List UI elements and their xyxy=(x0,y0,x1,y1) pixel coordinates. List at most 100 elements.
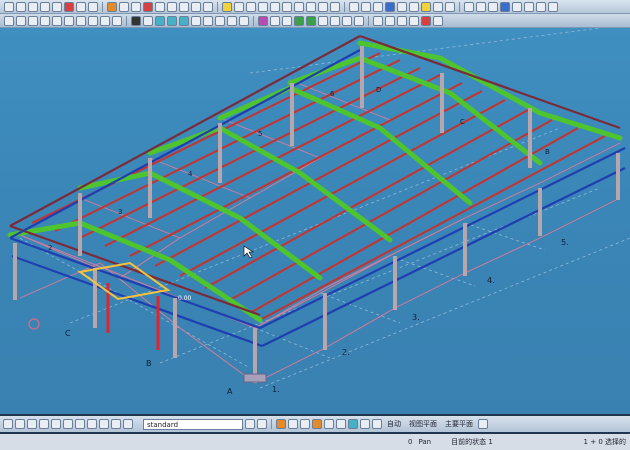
weld-icon[interactable] xyxy=(143,15,153,26)
snap-override-icon[interactable] xyxy=(123,419,133,429)
open-icon[interactable] xyxy=(16,1,26,12)
grid-line-icon[interactable] xyxy=(306,15,316,26)
phase-icon[interactable] xyxy=(87,419,97,429)
select-bolt-icon[interactable] xyxy=(258,1,268,12)
fold-plate-icon[interactable] xyxy=(112,15,122,26)
help-icon[interactable] xyxy=(548,1,558,12)
select-mode-icon[interactable] xyxy=(360,419,370,429)
select-grid-icon[interactable] xyxy=(294,1,304,12)
plane-icon[interactable] xyxy=(257,419,267,429)
select-mode-icon[interactable] xyxy=(372,419,382,429)
select-plane-icon[interactable] xyxy=(306,1,316,12)
numbering-icon[interactable] xyxy=(536,1,546,12)
select-mode-icon[interactable] xyxy=(348,419,358,429)
filter-icon[interactable] xyxy=(51,419,61,429)
cut-icon[interactable] xyxy=(52,1,62,12)
snap-line-icon[interactable] xyxy=(433,1,443,12)
zoom-icon[interactable] xyxy=(155,1,165,12)
fitting-icon[interactable] xyxy=(203,15,213,26)
select-cut-icon[interactable] xyxy=(318,1,328,12)
model-viewport[interactable]: A B C 1. 2. 3. 4. 5. 2 3 4 5 6 B C D 0.0… xyxy=(0,28,630,414)
select-mode-icon[interactable] xyxy=(312,419,322,429)
clip-plane-icon[interactable] xyxy=(421,15,431,26)
measure-icon[interactable] xyxy=(464,1,474,12)
work-area-icon[interactable] xyxy=(478,419,488,429)
point-icon[interactable] xyxy=(330,15,340,26)
text-icon[interactable] xyxy=(488,1,498,12)
select-part-icon[interactable] xyxy=(234,1,244,12)
render-icon[interactable] xyxy=(433,15,443,26)
snap-center-icon[interactable] xyxy=(373,1,383,12)
select-mode-icon[interactable] xyxy=(300,419,310,429)
delete-icon[interactable] xyxy=(64,1,74,12)
connection-icon[interactable] xyxy=(167,15,177,26)
construction-circle-icon[interactable] xyxy=(354,15,364,26)
combo-arrow-icon[interactable] xyxy=(245,419,255,429)
select-mode-icon[interactable] xyxy=(288,419,298,429)
line-cut-icon[interactable] xyxy=(215,15,225,26)
dim-icon[interactable] xyxy=(476,1,486,12)
pad-footing-icon[interactable] xyxy=(52,15,62,26)
standard-combo[interactable]: standard xyxy=(143,418,243,430)
snap-any-icon[interactable] xyxy=(421,1,431,12)
drag-icon[interactable] xyxy=(39,419,49,429)
snap-free-icon[interactable] xyxy=(445,1,455,12)
contour-plate-icon[interactable] xyxy=(100,15,110,26)
polygon-cut-icon[interactable] xyxy=(227,15,237,26)
snap-toggle-icon[interactable] xyxy=(3,419,13,429)
view-plane-dropdown[interactable]: 视图平面 xyxy=(409,419,437,429)
select-assembly-icon[interactable] xyxy=(246,1,256,12)
select-point-icon[interactable] xyxy=(282,1,292,12)
part-cut-icon[interactable] xyxy=(239,15,249,26)
view-icon[interactable] xyxy=(131,1,141,12)
grid-icon[interactable] xyxy=(203,1,213,12)
ortho-icon[interactable] xyxy=(15,419,25,429)
detail-icon[interactable] xyxy=(179,15,189,26)
clash-icon[interactable] xyxy=(500,1,510,12)
fit-icon[interactable] xyxy=(191,1,201,12)
print-icon[interactable] xyxy=(40,1,50,12)
select-all-icon[interactable] xyxy=(222,1,232,12)
3d-view-icon[interactable] xyxy=(409,15,419,26)
twin-profile-icon[interactable] xyxy=(40,15,50,26)
redo-icon[interactable] xyxy=(107,1,117,12)
main-plane-dropdown[interactable]: 主要平面 xyxy=(445,419,473,429)
rotate-icon[interactable] xyxy=(167,1,177,12)
chamfer-icon[interactable] xyxy=(191,15,201,26)
split-icon[interactable] xyxy=(270,15,280,26)
lock-icon[interactable] xyxy=(99,419,109,429)
grid-snap-icon[interactable] xyxy=(111,419,121,429)
copy-icon[interactable] xyxy=(76,1,86,12)
drawing-icon[interactable] xyxy=(524,1,534,12)
select-view-icon[interactable] xyxy=(330,1,340,12)
undo-icon[interactable] xyxy=(143,1,153,12)
polybeam-icon[interactable] xyxy=(28,15,38,26)
auto-dropdown[interactable]: 自动 xyxy=(387,419,401,429)
edge-chamfer-icon[interactable] xyxy=(258,15,268,26)
strip-footing-icon[interactable] xyxy=(64,15,74,26)
model-icon[interactable] xyxy=(119,1,129,12)
component-icon[interactable] xyxy=(155,15,165,26)
combine-icon[interactable] xyxy=(282,15,292,26)
area-icon[interactable] xyxy=(397,15,407,26)
grid-create-icon[interactable] xyxy=(294,15,304,26)
new-icon[interactable] xyxy=(4,1,14,12)
bolt-icon[interactable] xyxy=(131,15,141,26)
column-icon[interactable] xyxy=(4,15,14,26)
beam-icon[interactable] xyxy=(16,15,26,26)
snap-intersect-icon[interactable] xyxy=(385,1,395,12)
select-weld-icon[interactable] xyxy=(270,1,280,12)
view-filter-icon[interactable] xyxy=(63,419,73,429)
snap-perp-icon[interactable] xyxy=(397,1,407,12)
snap-mid-icon[interactable] xyxy=(361,1,371,12)
pan-icon[interactable] xyxy=(179,1,189,12)
report-icon[interactable] xyxy=(512,1,522,12)
save-icon[interactable] xyxy=(28,1,38,12)
paste-icon[interactable] xyxy=(88,1,98,12)
select-mode-icon[interactable] xyxy=(336,419,346,429)
select-mode-icon[interactable] xyxy=(324,419,334,429)
view-plane-icon[interactable] xyxy=(385,15,395,26)
smart-select-icon[interactable] xyxy=(27,419,37,429)
slab-icon[interactable] xyxy=(76,15,86,26)
panel-icon[interactable] xyxy=(88,15,98,26)
